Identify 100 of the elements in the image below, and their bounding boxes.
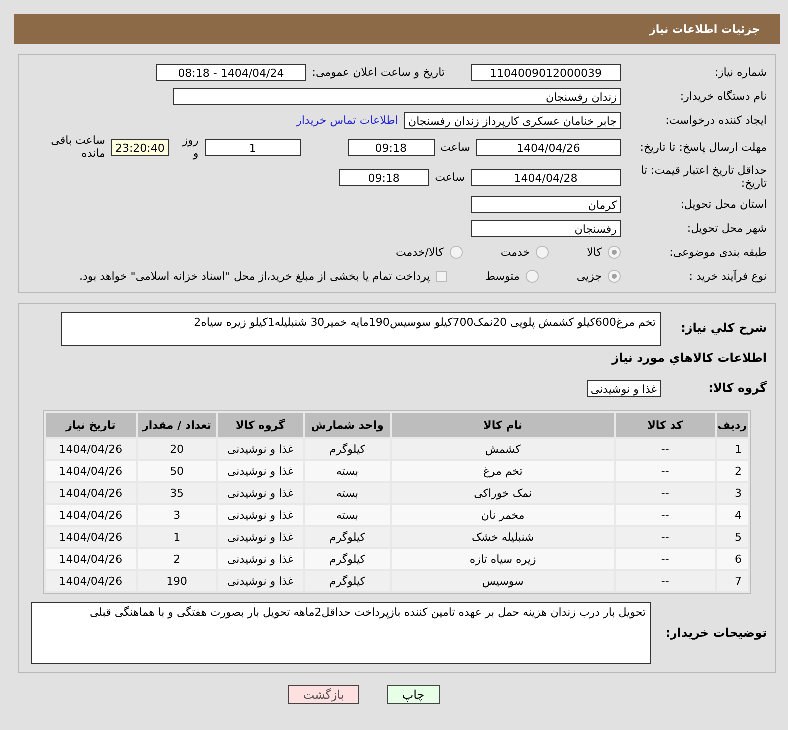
table-cell: 190 bbox=[138, 571, 216, 591]
field-label: خدمت bbox=[500, 246, 530, 258]
table-cell: 6 bbox=[716, 549, 748, 569]
description-textarea[interactable]: تخم مرغ600کیلو کشمش پلویی 20نمک700کیلو سوسیس190مایه خمیر30 شنبلیله1کیلو زیره سیاه2 bbox=[61, 312, 661, 346]
field-label: کالا bbox=[587, 246, 602, 258]
table-cell: 3 bbox=[138, 505, 216, 525]
table-cell: 5 bbox=[716, 527, 748, 547]
form-field: زندان رفسنجان bbox=[173, 88, 621, 104]
table-cell: 1 bbox=[716, 439, 748, 459]
field-label: ساعت bbox=[435, 170, 465, 184]
field-label: متوسط bbox=[485, 270, 520, 282]
back-button[interactable]: بازگشت bbox=[288, 685, 360, 704]
table-cell: 1404/04/26 bbox=[46, 483, 136, 503]
table-cell: کشمش bbox=[392, 439, 614, 459]
field-label: پرداخت تمام یا بخشی از مبلغ خرید،از محل "اسناد خزانه اسلامی" خواهد بود. bbox=[80, 270, 430, 282]
form-field: 09:18 bbox=[339, 168, 430, 186]
table-cell: تخم مرغ bbox=[392, 461, 614, 481]
form-field: رفسنجان bbox=[471, 220, 621, 236]
radio-button[interactable] bbox=[536, 246, 550, 258]
table-cell: کیلوگرم bbox=[304, 439, 390, 459]
table-cell: غذا و نوشیدنی bbox=[218, 483, 303, 503]
table-cell: 7 bbox=[716, 571, 748, 591]
form-field: 1404/04/28 bbox=[471, 168, 621, 186]
table-cell: 1404/04/26 bbox=[46, 439, 136, 459]
table-cell: کیلوگرم bbox=[304, 527, 390, 547]
column-header: تعداد / مقدار bbox=[138, 413, 216, 437]
field-label: طبقه بندی موضوعی: bbox=[668, 246, 767, 258]
field-label: شهر محل تحویل: bbox=[686, 222, 767, 234]
column-header: نام کالا bbox=[392, 413, 614, 437]
table-cell: غذا و نوشیدنی bbox=[218, 439, 303, 459]
field-label: حداقل تاریخ اعتبار قیمت: تا تاریخ: bbox=[640, 164, 767, 190]
field-label: استان محل تحویل: bbox=[680, 198, 767, 210]
table-cell: کیلوگرم bbox=[304, 549, 390, 569]
group-field: غذا و نوشیدنی bbox=[586, 380, 661, 396]
field-label: نام دستگاه خریدار: bbox=[679, 90, 767, 102]
column-header: کد کالا bbox=[616, 413, 715, 437]
field-label: توضیحات خریدار: bbox=[664, 626, 767, 640]
radio-button[interactable] bbox=[526, 270, 539, 282]
form-field: 1 bbox=[204, 138, 302, 156]
notes-textarea[interactable]: تحویل بار درب زندان هزینه حمل بر عهده تامین کننده بازپرداخت حداقل2ماهه تحویل بار بصورت هفتگی و با هماهنگی قبلی bbox=[31, 602, 651, 664]
table-cell: 1404/04/26 bbox=[46, 527, 136, 547]
page-title: جزئیات اطلاعات نیاز bbox=[14, 14, 780, 44]
field-label: شرح کلي نياز: bbox=[680, 320, 767, 335]
table-cell: کیلوگرم bbox=[304, 571, 390, 591]
table-cell: 1404/04/26 bbox=[46, 571, 136, 591]
form-field: 09:18 bbox=[348, 138, 435, 156]
contact-link[interactable]: اطلاعات تماس خریدار bbox=[296, 114, 398, 126]
table-cell: 1 bbox=[138, 527, 216, 547]
form-field: 1404/04/24 - 08:18 bbox=[156, 64, 306, 80]
table-cell: غذا و نوشیدنی bbox=[218, 549, 303, 569]
column-header: واحد شمارش bbox=[304, 413, 390, 437]
radio-button[interactable] bbox=[608, 270, 621, 282]
field-label: ایجاد کننده درخواست: bbox=[664, 114, 767, 126]
table-cell: -- bbox=[616, 549, 715, 569]
radio-button[interactable] bbox=[608, 246, 621, 258]
table-cell: 4 bbox=[716, 505, 748, 525]
table-cell: -- bbox=[616, 505, 715, 525]
table-cell: نمک خوراکی bbox=[392, 483, 614, 503]
checkbox[interactable] bbox=[436, 270, 448, 282]
table-cell: 1404/04/26 bbox=[46, 461, 136, 481]
table-cell: 35 bbox=[138, 483, 216, 503]
table-cell: غذا و نوشیدنی bbox=[218, 527, 303, 547]
field-label: مهلت ارسال پاسخ: تا تاریخ: bbox=[639, 140, 767, 154]
field-label: روز و bbox=[181, 134, 199, 160]
table-cell: -- bbox=[616, 483, 715, 503]
countdown-field: 23:20:40 bbox=[111, 138, 169, 156]
form-field: 1404/04/26 bbox=[476, 138, 621, 156]
field-label: ساعت باقی مانده bbox=[50, 134, 106, 160]
table-cell: زیره سیاه تازه bbox=[392, 549, 614, 569]
table-cell: بسته bbox=[304, 505, 390, 525]
field-label: ساعت bbox=[440, 140, 470, 154]
table-cell: 50 bbox=[138, 461, 216, 481]
table-cell: غذا و نوشیدنی bbox=[218, 505, 303, 525]
field-label: جزیی bbox=[576, 270, 602, 282]
table-cell: بسته bbox=[304, 461, 390, 481]
section-heading: اطلاعات كالاهاي مورد نياز bbox=[612, 351, 767, 365]
form-field: جابر خنامان عسکری کارپرداز زندان رفسنجان bbox=[404, 112, 621, 128]
print-button[interactable]: چاپ bbox=[387, 685, 440, 704]
form-field: کرمان bbox=[471, 196, 621, 212]
table-cell: -- bbox=[616, 527, 715, 547]
table-cell: 2 bbox=[138, 549, 216, 569]
table-cell: -- bbox=[616, 461, 715, 481]
table-cell: -- bbox=[616, 571, 715, 591]
table-cell: غذا و نوشیدنی bbox=[218, 461, 303, 481]
table-cell: 20 bbox=[138, 439, 216, 459]
form-field: 1104009012000039 bbox=[471, 64, 621, 80]
table-cell: سوسیس bbox=[392, 571, 614, 591]
table-cell: 2 bbox=[716, 461, 748, 481]
field-label: گروه کالا: bbox=[708, 382, 767, 394]
column-header: ردیف bbox=[716, 413, 748, 437]
table-cell: شنبلیله خشک bbox=[392, 527, 614, 547]
table-cell: 1404/04/26 bbox=[46, 549, 136, 569]
radio-button[interactable] bbox=[450, 246, 463, 258]
field-label: شماره نیاز: bbox=[714, 66, 767, 78]
table-cell: مخمر نان bbox=[392, 505, 614, 525]
column-header: گروه کالا bbox=[218, 413, 303, 437]
table-cell: 3 bbox=[716, 483, 748, 503]
table-cell: بسته bbox=[304, 483, 390, 503]
field-label: نوع فرآیند خرید : bbox=[688, 270, 767, 282]
table-cell: -- bbox=[616, 439, 715, 459]
